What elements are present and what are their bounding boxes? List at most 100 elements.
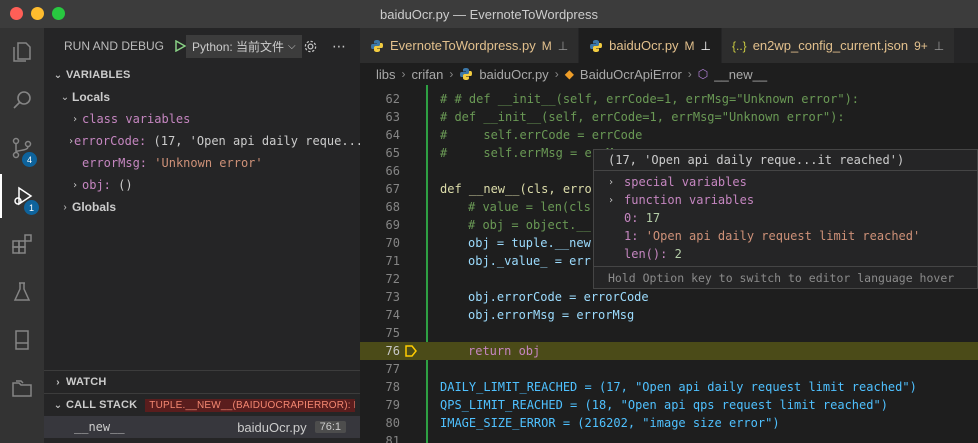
callstack-frame[interactable]: __new__ baiduOcr.py 76:1 [44,416,360,438]
chevron-right-icon: › [63,201,67,213]
chevron-down-icon: ⌄ [60,91,70,103]
title-bar: baiduOcr.py — EvernoteToWordpress [0,0,978,28]
tab-en2wp-config[interactable]: {..} en2wp_config_current.json 9+ ⊥ [722,28,956,63]
hover-special-variables[interactable]: › special variables [594,173,977,191]
variables-title: VARIABLES [66,69,131,81]
code-text: obj.errorCode = errorCode [468,290,649,304]
pin-icon[interactable]: ⊥ [934,39,944,53]
python-file-icon [371,39,383,52]
modified-indicator: M [541,38,552,53]
hover-item-len[interactable]: len(): 2 [594,245,977,263]
code-line: 79 QPS_LIMIT_REACHED = (18, "Open api qps… [360,396,978,414]
code-line: 73 obj.errorCode = errorCode [360,288,978,306]
modified-indicator: 9+ [914,38,928,53]
debug-hover-widget: (17, 'Open api daily reque...it reached'… [593,149,978,289]
variable-name: class variables [82,112,191,126]
run-debug-icon[interactable]: 1 [0,174,44,218]
code-text: IMAGE_SIZE_ERROR = (216202, "image size … [440,416,780,430]
locals-scope[interactable]: ⌄ Locals [44,86,360,108]
breadcrumb-item[interactable]: BaiduOcrApiError [580,67,682,82]
variable-row-errorcode[interactable]: › errorCode: (17, 'Open api daily reque.… [44,130,360,152]
search-icon[interactable] [0,78,44,122]
hover-item-key: len(): [624,247,668,261]
maximize-window-button[interactable] [52,7,65,20]
code-text: # self.errCode = errCode [440,128,643,142]
line-number: 78 [385,380,400,394]
watch-section-header[interactable]: › WATCH [44,371,360,393]
code-line: 80 IMAGE_SIZE_ERROR = (216202, "image siz… [360,414,978,432]
frame-line-badge: 76:1 [314,421,346,433]
start-debugging-button[interactable] [174,40,187,52]
locals-label: Locals [72,90,111,104]
hover-item-label: function variables [624,193,755,207]
code-line: 64 # self.errCode = errCode [360,126,978,144]
extensions-icon[interactable] [0,222,44,266]
debug-config-label: Python: 当前文件 [192,39,285,54]
hover-item-value: 2 [674,247,682,261]
more-actions-icon[interactable]: ⋯ [332,38,346,54]
chevron-right-icon: › [71,113,79,125]
remote-explorer-icon[interactable] [0,318,44,362]
pin-icon[interactable]: ⊥ [701,39,711,53]
code-line: 77 [360,360,978,378]
code-line: 74 obj.errorMsg = errorMsg [360,306,978,324]
code-text: # def __init__(self, errCode=1, errMsg="… [440,110,845,124]
breadcrumb-item[interactable]: baiduOcr.py [479,67,548,82]
hover-item-key: 1: [624,229,639,243]
globals-label: Globals [72,200,117,214]
minimize-window-button[interactable] [31,7,44,20]
line-number: 68 [385,200,400,214]
variable-row-obj[interactable]: › obj: () [44,174,360,196]
globals-scope[interactable]: › Globals [44,196,360,218]
sidebar-header: RUN AND DEBUG Python: 当前文件 ⌵ ⋯ [44,28,360,64]
frame-file: baiduOcr.py [237,419,307,435]
code-text: DAILY_LIMIT_REACHED = (17, "Open api dai… [440,380,917,394]
chevron-right-icon: › [608,176,615,188]
variable-value: () [118,178,133,192]
current-execution-line: 76 return obj [360,342,978,360]
debug-config-select[interactable]: Python: 当前文件 ⌵ [186,34,302,58]
tab-evernotetowordpress[interactable]: EvernoteToWordpress.py M ⊥ [360,28,580,63]
pin-icon[interactable]: ⊥ [558,39,568,53]
explorer-icon[interactable] [0,30,44,74]
hover-item-1[interactable]: 1: 'Open api daily request limit reached… [594,227,977,245]
testing-icon[interactable] [0,270,44,314]
chevron-right-icon: › [401,67,406,81]
variable-row-errormsg[interactable]: errorMsg: 'Unknown error' [44,152,360,174]
callstack-section-header[interactable]: ⌄ CALL STACK TUPLE.__NEW__(BAIDUOCRAPIER… [44,394,360,416]
chevron-down-icon: ⌄ [53,69,63,81]
chevron-right-icon: › [71,179,79,191]
breadcrumb-item[interactable]: __new__ [714,67,767,82]
gear-icon[interactable] [303,39,318,54]
variable-row-class-variables[interactable]: › class variables [44,108,360,130]
hover-item-value: 17 [645,211,661,225]
chevron-right-icon: › [608,194,615,206]
breadcrumb: libs › crifan › baiduOcr.py › ◆ BaiduOcr… [360,63,978,85]
code-text: obj.errorMsg = errorMsg [468,308,635,322]
line-number: 67 [385,182,400,196]
folders-icon[interactable] [0,366,44,410]
editor-tabs: EvernoteToWordpress.py M ⊥ baiduOcr.py M… [360,28,978,63]
hover-function-variables[interactable]: › function variables [594,191,977,209]
debug-badge: 1 [24,200,39,215]
line-number: 64 [385,128,400,142]
line-number: 81 [385,434,400,443]
hover-item-0[interactable]: 0: 17 [594,209,977,227]
tab-baiduocr[interactable]: baiduOcr.py M ⊥ [579,28,722,63]
source-control-icon[interactable]: 4 [0,126,44,170]
watch-title: WATCH [66,376,107,388]
tab-label: EvernoteToWordpress.py [390,38,536,53]
code-text: return obj [468,344,541,358]
breadcrumb-item[interactable]: libs [376,67,396,82]
chevron-right-icon: › [554,67,559,81]
variables-section-header[interactable]: ⌄ VARIABLES [44,64,360,86]
line-number: 73 [385,290,400,304]
breadcrumb-item[interactable]: crifan [412,67,444,82]
class-symbol-icon: ◆ [564,67,574,81]
code-text: QPS_LIMIT_REACHED = (18, "Open api qps r… [440,398,888,412]
json-file-icon: {..} [732,38,747,53]
chevron-down-icon: ⌵ [288,40,296,52]
chevron-right-icon: › [687,67,692,81]
line-number: 66 [385,164,400,178]
close-window-button[interactable] [10,7,23,20]
